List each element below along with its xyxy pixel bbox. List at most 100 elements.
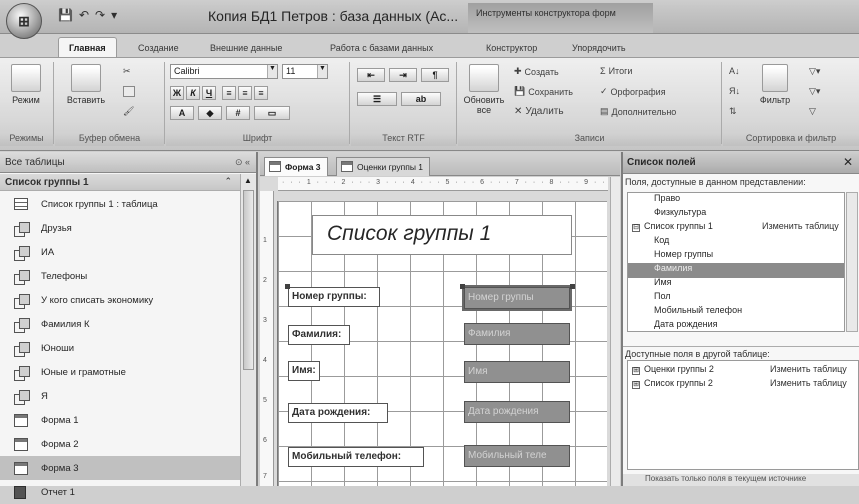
field-last-name[interactable]: Фамилия [464,323,570,345]
field-item[interactable]: Мобильный телефон [628,305,844,320]
cut-icon[interactable]: ✂ [123,66,131,77]
edit-table-link[interactable]: Изменить таблицу [762,221,839,231]
nav-item-query[interactable]: Я [0,384,240,408]
tab-home[interactable]: Главная [58,37,117,59]
font-size-combo[interactable]: 11 ▼ [282,64,328,79]
field-group-number[interactable]: Номер группы [462,285,572,311]
label-group-number[interactable]: Номер группы: [288,287,380,307]
redo-icon[interactable]: ↷ [95,8,105,24]
nav-item-query[interactable]: Друзья [0,216,240,240]
edit-table-link[interactable]: Изменить таблицу [770,378,847,388]
tab-arrange[interactable]: Упорядочить [572,38,626,58]
highlight-icon[interactable]: ab [401,92,441,106]
form-title-label[interactable]: Список группы 1 [312,215,572,255]
tab-database-tools[interactable]: Работа с базами данных [330,38,433,58]
nav-item-form-selected[interactable]: Форма 3 [0,456,240,480]
tab-external-data[interactable]: Внешние данные [210,38,282,58]
indent-increase-icon[interactable]: ⇥ [389,68,417,82]
tab-create[interactable]: Создание [138,38,179,58]
doc-tab-form3[interactable]: Форма 3 [264,157,328,176]
nav-item-query[interactable]: Юноши [0,336,240,360]
table-node[interactable]: ⊞ Список группы 2 Изменить таблицу [628,378,858,393]
save-record-button[interactable]: 💾 Сохранить [514,86,573,97]
field-item-selected[interactable]: Фамилия [628,263,844,278]
nav-item-query[interactable]: ИА [0,240,240,264]
move-handle[interactable] [285,284,290,289]
nav-item-query[interactable]: Юные и грамотные [0,360,240,384]
view-button[interactable]: Режим [6,64,46,105]
copy-icon[interactable] [123,86,135,97]
collapse-icon[interactable]: ⊟ [632,224,640,232]
gridlines-icon[interactable]: # [226,106,250,120]
underline-icon[interactable]: Ч [202,86,216,100]
chevron-down-icon[interactable]: ⊙ « [235,157,250,168]
sort-asc-icon[interactable]: A↓ [729,66,740,76]
field-first-name[interactable]: Имя [464,361,570,383]
font-name-combo[interactable]: Calibri ▼ [170,64,278,79]
doc-tab-grades[interactable]: Оценки группы 1 [336,157,431,176]
nav-item-query[interactable]: Фамилия К [0,312,240,336]
label-mobile-phone[interactable]: Мобильный телефон: [288,447,424,467]
nav-item-query[interactable]: Телефоны [0,264,240,288]
table-node[interactable]: ⊟ Список группы 1 Изменить таблицу [628,221,844,236]
toggle-filter-icon[interactable]: ▽ [809,106,816,117]
new-record-button[interactable]: ✚ Создать [514,66,559,77]
scroll-thumb[interactable] [243,190,254,370]
design-scrollbar[interactable] [610,177,620,486]
chevron-down-icon[interactable]: ▼ [267,65,277,78]
close-icon[interactable]: ✕ [843,155,853,169]
nav-item-table[interactable]: Список группы 1 : таблица [0,192,240,216]
table-node[interactable]: ⊞ Оценки группы 2 Изменить таблицу [628,364,858,379]
nav-item-form[interactable]: Форма 2 [0,432,240,456]
label-last-name[interactable]: Фамилия: [288,325,350,345]
field-item[interactable]: Пол [628,291,844,306]
nav-scrollbar[interactable]: ▲ [240,174,256,486]
label-first-name[interactable]: Имя: [288,361,320,381]
align-right-icon[interactable]: ≡ [254,86,268,100]
alt-fill-icon[interactable]: ▭ [254,106,290,120]
expand-icon[interactable]: ⊞ [632,381,640,389]
show-current-source-only-link[interactable]: Показать только поля в текущем источнике [623,474,859,486]
chevron-down-icon[interactable]: ▼ [317,65,327,78]
paste-button[interactable]: Вставить [61,64,111,105]
fill-color-icon[interactable]: ◆ [198,106,222,120]
qat-menu-icon[interactable]: ▾ [111,8,117,24]
totals-button[interactable]: Σ Итоги [600,66,632,76]
align-center-icon[interactable]: ≡ [238,86,252,100]
selection-icon[interactable]: ▽▾ [809,66,820,77]
resize-handle[interactable] [570,284,575,289]
bold-icon[interactable]: Ж [170,86,184,100]
indent-decrease-icon[interactable]: ⇤ [357,68,385,82]
align-left-icon[interactable]: ≡ [222,86,236,100]
refresh-all-button[interactable]: Обновить все [462,64,506,115]
font-color-icon[interactable]: A [170,106,194,120]
tab-design[interactable]: Конструктор [486,38,537,58]
nav-header[interactable]: Все таблицы ⊙ « [0,152,256,173]
nav-group-header[interactable]: Список группы 1 ⌃ [0,174,240,191]
spelling-button[interactable]: ✓ Орфография [600,86,666,97]
nav-item-report[interactable]: Отчет 1 [0,480,240,504]
resize-handle[interactable] [460,284,465,289]
field-item[interactable]: Право [628,193,844,208]
italic-icon[interactable]: К [186,86,200,100]
clear-sort-icon[interactable]: ⇅ [729,106,737,117]
field-item[interactable]: Код [628,235,844,250]
field-list-scrollbar[interactable] [846,192,858,332]
undo-icon[interactable]: ↶ [79,8,89,24]
edit-table-link[interactable]: Изменить таблицу [770,364,847,374]
scroll-up-icon[interactable]: ▲ [244,176,252,185]
collapse-icon[interactable]: ⌃ [224,176,232,187]
nav-item-query[interactable]: У кого списать экономику [0,288,240,312]
delete-record-button[interactable]: ✕ Удалить [514,106,564,117]
expand-icon[interactable]: ⊞ [632,367,640,375]
more-button[interactable]: ▤ Дополнительно [600,106,676,117]
list-icon[interactable]: ☰ [357,92,397,106]
field-item[interactable]: Физкультура [628,207,844,222]
format-painter-icon[interactable]: 🖌 [123,106,134,117]
field-birth-date[interactable]: Дата рождения [464,401,570,423]
field-mobile-phone[interactable]: Мобильный теле [464,445,570,467]
nav-item-form[interactable]: Форма 1 [0,408,240,432]
field-item[interactable]: Дата рождения [628,319,844,331]
filter-button[interactable]: Фильтр [755,64,795,105]
rtl-icon[interactable]: ¶ [421,68,449,82]
